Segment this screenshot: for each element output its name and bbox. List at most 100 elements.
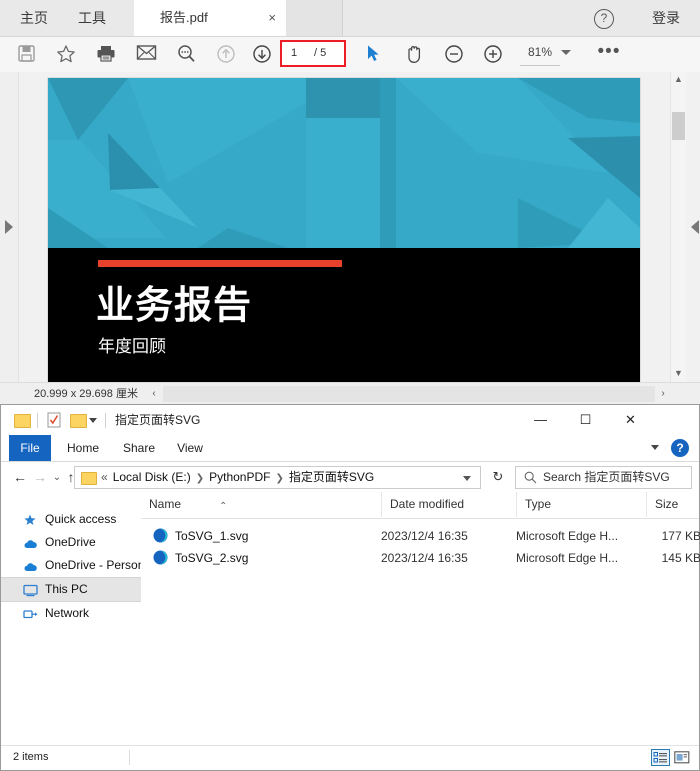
ribbon-tab-share[interactable]: Share [113, 435, 165, 461]
star-icon [23, 512, 39, 528]
hscroll-right-icon[interactable]: › [655, 386, 671, 402]
tab-strip-filler [286, 0, 343, 36]
pdf-toolbar: 1 / 5 81% ••• [0, 37, 700, 73]
slide-hero-graphic [48, 78, 640, 248]
sign-in-button[interactable]: 登录 [652, 0, 680, 36]
menu-home[interactable]: 主页 [20, 0, 48, 36]
hand-tool-icon[interactable] [400, 41, 428, 69]
breadcrumb-overflow[interactable]: « [101, 470, 108, 484]
sidebar-item-quick-access[interactable]: Quick access [1, 508, 141, 531]
table-row[interactable]: ToSVG_1.svg 2023/12/4 16:35 Microsoft Ed… [141, 525, 700, 547]
qat-folder-icon[interactable] [13, 411, 31, 429]
next-page-icon[interactable] [248, 41, 276, 69]
expand-left-pane-icon[interactable] [5, 220, 13, 234]
sidebar-item-network[interactable]: Network [1, 602, 141, 625]
ribbon-tab-home[interactable]: Home [57, 435, 109, 461]
explorer-ribbon-tabs: File Home Share View ? [1, 435, 699, 462]
column-size[interactable]: Size [646, 492, 700, 517]
email-icon[interactable] [132, 41, 160, 69]
qat-divider-2 [105, 413, 106, 428]
pdf-page-canvas[interactable]: 业务报告 年度回顾 [48, 78, 640, 382]
file-date: 2023/12/4 16:35 [381, 551, 468, 565]
more-options-button[interactable]: ••• [594, 40, 624, 68]
zoom-out-icon[interactable] [440, 41, 468, 69]
sidebar-item-label: Quick access [45, 512, 117, 526]
sidebar-item-label: This PC [45, 582, 88, 596]
search-icon [524, 471, 537, 487]
cloud-icon [23, 558, 39, 574]
back-button[interactable]: ← [10, 468, 30, 487]
close-icon[interactable]: × [268, 0, 276, 36]
qat-properties-icon[interactable] [45, 411, 63, 429]
cloud-icon [23, 535, 39, 551]
chevron-right-icon: ❯ [195, 473, 205, 484]
table-row[interactable]: ToSVG_2.svg 2023/12/4 16:35 Microsoft Ed… [141, 547, 700, 569]
breadcrumb-item-2[interactable]: 指定页面转SVG [289, 470, 374, 484]
help-icon[interactable]: ? [671, 439, 689, 457]
sidebar-item-label: Network [45, 606, 90, 620]
chevron-down-icon[interactable] [89, 418, 97, 423]
column-type[interactable]: Type [516, 492, 646, 517]
screen-root: 主页 工具 报告.pdf × ? 登录 1 / 5 81% ••• 业务报告 年… [0, 0, 700, 771]
select-tool-icon[interactable] [360, 41, 388, 69]
explorer-status-bar: 2 items [1, 745, 699, 770]
scroll-up-icon[interactable]: ▲ [671, 72, 686, 88]
pdf-vertical-scrollbar[interactable]: ▲ ▼ [670, 72, 686, 382]
chevron-down-icon[interactable] [463, 476, 471, 481]
explorer-title-bar: 指定页面转SVG — ☐ ✕ [1, 405, 699, 435]
file-size: 145 KB [661, 551, 700, 565]
column-headers: Name ⌃ Date modified Type Size [141, 492, 699, 519]
scroll-down-icon[interactable]: ▼ [671, 366, 686, 382]
hscroll-left-icon[interactable]: ‹ [146, 386, 162, 402]
search-box[interactable]: Search 指定页面转SVG [515, 466, 692, 489]
chevron-right-icon-2: ❯ [275, 473, 284, 484]
address-field[interactable]: « Local Disk (E:) ❯ PythonPDF ❯ 指定页面转SVG [74, 466, 481, 489]
breadcrumb-item-1[interactable]: PythonPDF [209, 470, 270, 484]
sidebar-item-this-pc[interactable]: This PC [1, 577, 141, 602]
chevron-down-icon[interactable] [561, 50, 571, 55]
details-view-button[interactable] [651, 749, 670, 766]
sidebar-item-onedrive[interactable]: OneDrive [1, 531, 141, 554]
scrollbar-thumb[interactable] [672, 112, 685, 140]
zoom-level-value[interactable]: 81% [520, 40, 560, 66]
help-icon[interactable]: ? [594, 9, 614, 29]
document-tab[interactable]: 报告.pdf × [134, 0, 287, 36]
item-count-label: 2 items [13, 751, 49, 763]
ribbon-tab-view[interactable]: View [167, 435, 213, 461]
qat-new-folder-icon[interactable] [69, 411, 87, 429]
column-name-label: Name [149, 497, 182, 511]
page-number-field[interactable]: 1 / 5 [280, 40, 346, 67]
maximize-button[interactable]: ☐ [563, 405, 608, 435]
chevron-down-icon[interactable] [651, 445, 659, 450]
file-name: ToSVG_2.svg [175, 551, 249, 565]
star-icon[interactable] [52, 41, 80, 69]
search-input[interactable]: Search 指定页面转SVG [543, 467, 670, 488]
sidebar-item-onedrive-personal[interactable]: OneDrive - Personal [1, 554, 154, 577]
print-icon[interactable] [92, 41, 120, 69]
save-icon[interactable] [12, 41, 40, 69]
menu-tools[interactable]: 工具 [78, 0, 106, 36]
search-icon[interactable] [172, 41, 200, 69]
column-name[interactable]: Name ⌃ [141, 492, 381, 517]
document-tab-label: 报告.pdf [160, 10, 208, 25]
qat-divider [37, 413, 38, 428]
sidebar-item-label: OneDrive - Personal [45, 558, 154, 572]
file-date: 2023/12/4 16:35 [381, 529, 468, 543]
folder-icon [81, 472, 97, 485]
zoom-in-icon[interactable] [479, 41, 507, 69]
slide-subtitle: 年度回顾 [98, 337, 166, 357]
sort-ascending-icon: ⌃ [219, 501, 228, 512]
close-button[interactable]: ✕ [608, 405, 653, 435]
refresh-button[interactable]: ↻ [487, 466, 509, 489]
column-date-modified[interactable]: Date modified [381, 492, 516, 517]
navigation-pane: Quick access OneDrive OneDrive - Persona… [1, 492, 154, 745]
sidebar-item-label: OneDrive [45, 535, 96, 549]
previous-page-icon[interactable] [212, 41, 240, 69]
ribbon-tab-file[interactable]: File [9, 435, 51, 461]
breadcrumb-item-0[interactable]: Local Disk (E:) [113, 470, 191, 484]
pdf-status-bar: 20.999 x 29.698 厘米 ‹ › [0, 382, 700, 404]
large-icons-view-button[interactable] [673, 749, 692, 766]
pdf-horizontal-scrollbar[interactable] [163, 386, 655, 402]
expand-right-pane-icon[interactable] [691, 220, 699, 234]
minimize-button[interactable]: — [518, 405, 563, 435]
